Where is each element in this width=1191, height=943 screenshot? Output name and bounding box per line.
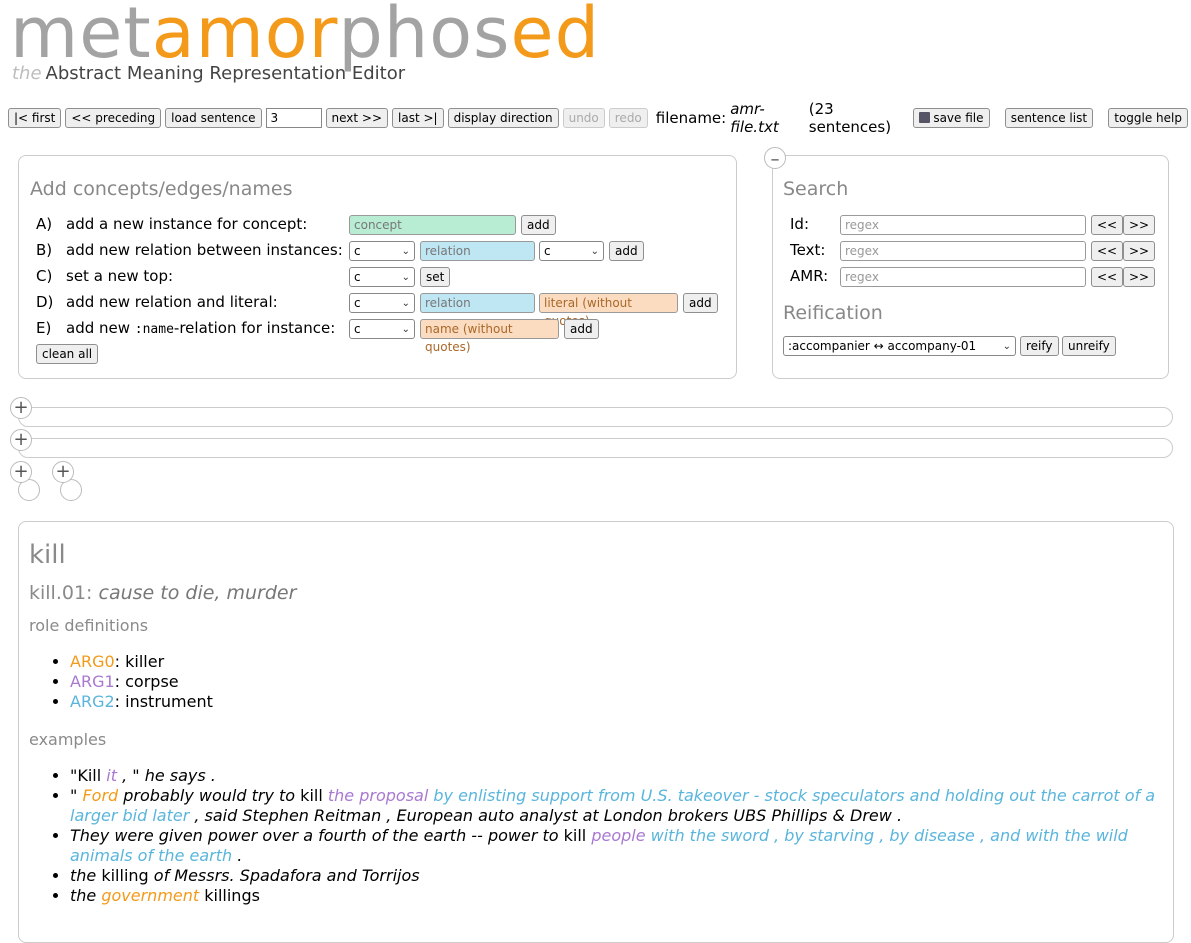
floppy-disk-icon [919,112,931,123]
search-amr-prev-button[interactable]: << [1091,267,1124,287]
unreify-button[interactable]: unreify [1062,336,1116,356]
search-id-next-button[interactable]: >> [1123,215,1156,235]
chevron-down-icon: ⌄ [590,245,599,257]
concept-input[interactable]: concept [349,215,516,235]
list-item: They were given power over a fourth of t… [70,826,1188,866]
display-direction-button[interactable]: display direction [447,108,559,128]
reification-title: Reification [783,302,883,324]
collapsed-section-bar [18,407,1173,427]
name-input[interactable]: name (without quotes) [420,319,559,354]
chevron-down-icon: ⌄ [401,297,410,309]
add-literal-button[interactable]: add [683,293,718,313]
relation-source-select[interactable]: c ⌄ [349,241,415,261]
relation-target-select[interactable]: c ⌄ [539,241,604,261]
sentence-list-button[interactable]: sentence list [1004,108,1094,128]
chevron-down-icon: ⌄ [401,245,410,257]
top-select[interactable]: c ⌄ [349,267,415,287]
list-item: " Ford probably would try to kill the pr… [70,786,1188,826]
expand-section-4-button[interactable]: + [52,461,74,483]
sense-definition: kill.01: cause to die, murder [29,582,297,604]
filename-label: filename: [655,109,727,127]
row-d-key: D) [36,293,54,311]
redo-button[interactable]: redo [608,108,648,128]
frame-title: kill [29,540,66,570]
add-relation-button[interactable]: add [609,241,644,261]
list-item: ARG0: killer [70,652,213,672]
search-text-label: Text: [790,241,826,259]
expand-section-2-button[interactable]: + [10,429,32,451]
row-d-label: add new relation and literal: [66,293,278,311]
add-panel: Add concepts/edges/names A) add a new in… [18,155,737,379]
list-item: ARG1: corpse [70,672,213,692]
search-panel-title: Search [783,178,849,200]
add-panel-title: Add concepts/edges/names [30,178,293,200]
chevron-down-icon: ⌄ [1002,340,1011,352]
examples-header: examples [29,730,107,749]
sentence-count: (23 sentences) [808,100,892,136]
literal-source-select[interactable]: c ⌄ [349,293,415,313]
search-id-input[interactable]: regex [840,215,1086,235]
search-amr-input[interactable]: regex [840,267,1086,287]
expand-section-3-button[interactable]: + [10,461,32,483]
search-amr-next-button[interactable]: >> [1123,267,1156,287]
list-item: ARG2: instrument [70,692,213,712]
search-text-next-button[interactable]: >> [1123,241,1156,261]
undo-button[interactable]: undo [562,108,605,128]
expand-section-1-button[interactable]: + [10,397,32,419]
add-concept-button[interactable]: add [521,215,556,235]
role-list: ARG0: killer ARG1: corpse ARG2: instrume… [50,652,213,712]
sentence-number-input[interactable] [265,108,322,128]
reification-select[interactable]: :accompanier ↔ accompany-01 ⌄ [783,336,1016,356]
save-file-button[interactable]: save file [913,108,990,128]
load-sentence-button[interactable]: load sentence [165,108,262,128]
chevron-down-icon: ⌄ [401,271,410,283]
search-amr-label: AMR: [790,267,829,285]
search-text-input[interactable]: regex [840,241,1086,261]
row-c-label: set a new top: [66,267,174,285]
filename: amr-file.txt [730,100,779,136]
row-c-key: C) [36,267,53,285]
collapse-search-button[interactable]: – [764,147,786,170]
search-id-prev-button[interactable]: << [1091,215,1124,235]
add-name-button[interactable]: add [564,319,599,339]
first-sentence-button[interactable]: |< first [8,108,62,128]
collapsed-section-bar [18,438,1173,458]
list-item: "Kill it , " he says . [70,766,1188,786]
main-toolbar: |< first << preceding load sentence next… [8,100,1188,136]
chevron-down-icon: ⌄ [401,323,410,335]
preceding-sentence-button[interactable]: << preceding [65,108,162,128]
reify-button[interactable]: reify [1020,336,1059,356]
list-item: the killing of Messrs. Spadafora and Tor… [70,866,1188,886]
search-text-prev-button[interactable]: << [1091,241,1124,261]
row-b-label: add new relation between instances: [66,241,343,259]
example-list: "Kill it , " he says . " Ford probably w… [50,766,1188,906]
role-definitions-header: role definitions [29,616,149,635]
next-sentence-button[interactable]: next >> [325,108,389,128]
literal-relation-input[interactable]: relation [420,293,535,313]
row-b-key: B) [36,241,53,259]
row-a-key: A) [36,215,53,233]
search-id-label: Id: [790,215,809,233]
relation-input[interactable]: relation [420,241,535,261]
search-panel: Search Id: regex << >> Text: regex << >>… [772,155,1169,379]
set-top-button[interactable]: set [420,267,451,287]
clean-all-button[interactable]: clean all [36,344,99,364]
name-source-select[interactable]: c ⌄ [349,319,415,339]
app-logo: metamorphosed [10,0,601,74]
literal-input[interactable]: literal (without quotes) [539,293,678,328]
row-e-label: add new :name-relation for instance: [66,319,336,337]
toggle-help-button[interactable]: toggle help [1108,108,1188,128]
last-sentence-button[interactable]: last >| [392,108,444,128]
list-item: the government killings [70,886,1188,906]
row-a-label: add a new instance for concept: [66,215,308,233]
app-subtitle: the Abstract Meaning Representation Edito… [12,63,406,84]
row-e-key: E) [36,319,52,337]
